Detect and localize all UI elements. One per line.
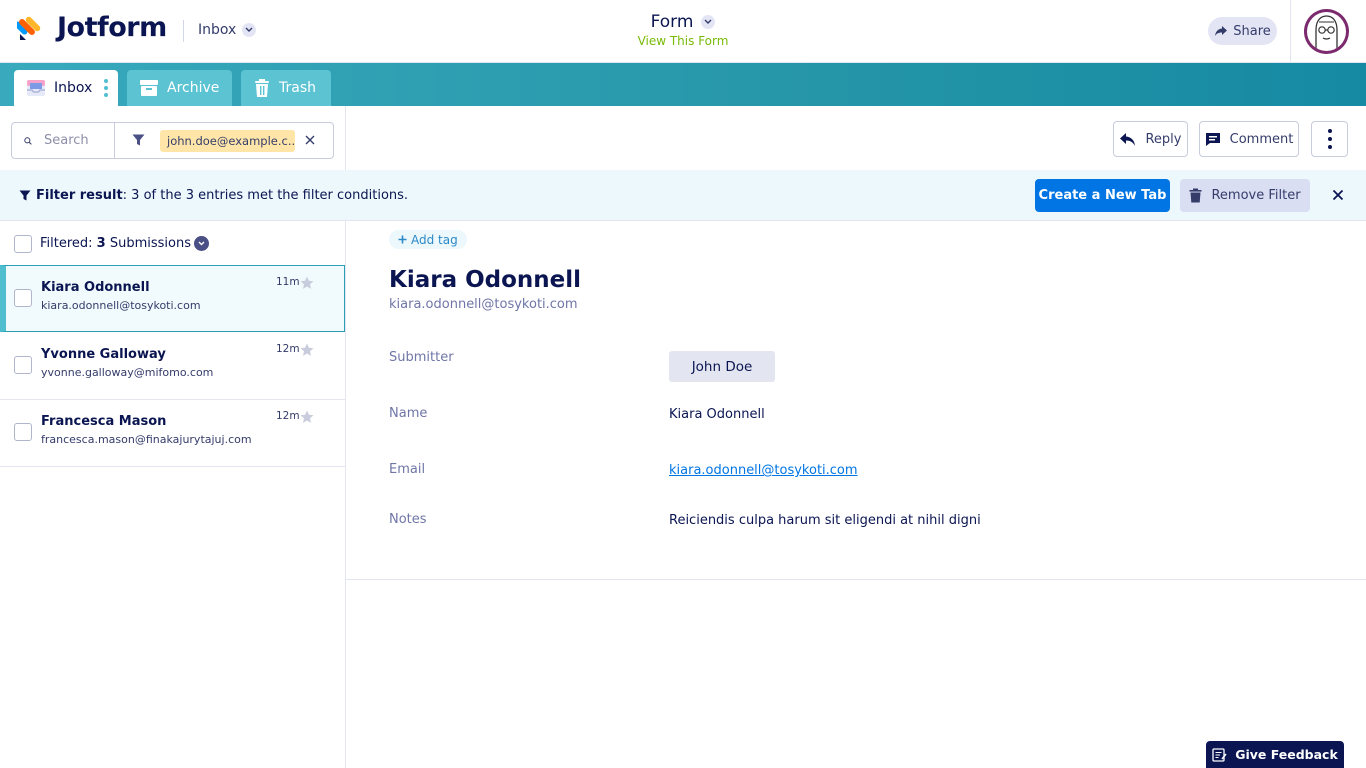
filtered-suffix: Submissions — [105, 236, 191, 251]
give-feedback-button[interactable]: Give Feedback — [1206, 741, 1344, 768]
trash-icon — [1189, 188, 1202, 203]
tab-inbox-label: Inbox — [54, 80, 93, 96]
filter-result-desc: : 3 of the 3 entries met the filter cond… — [122, 188, 409, 203]
comment-button[interactable]: Comment — [1199, 121, 1299, 157]
close-icon[interactable] — [1332, 189, 1344, 201]
tab-trash-label: Trash — [279, 80, 316, 96]
plus-icon — [398, 235, 407, 244]
jotform-logo-icon[interactable] — [17, 14, 45, 42]
select-all-checkbox[interactable] — [14, 234, 32, 253]
submitter-name: Francesca Mason — [41, 414, 167, 429]
inbox-dropdown-label: Inbox — [198, 22, 237, 38]
form-title-text: Form — [650, 12, 694, 32]
filter-icon[interactable] — [132, 134, 145, 146]
submitter-email: yvonne.galloway@mifomo.com — [41, 366, 214, 379]
row-checkbox[interactable] — [14, 423, 32, 441]
share-button[interactable]: Share — [1208, 17, 1277, 45]
filtered-prefix: Filtered: — [40, 236, 97, 251]
comment-label: Comment — [1229, 131, 1294, 147]
field-label-name: Name — [389, 406, 428, 421]
inbox-dropdown[interactable]: Inbox — [198, 22, 257, 38]
filtered-count-text: Filtered: 3 Submissions — [40, 236, 209, 251]
field-value-email-link[interactable]: kiara.odonnell@tosykoti.com — [669, 463, 858, 478]
submitter-email: francesca.mason@finakajurytajuj.com — [41, 433, 252, 446]
submitter-pill[interactable]: John Doe — [669, 351, 775, 382]
tab-options-icon[interactable] — [104, 79, 109, 97]
filter-icon — [19, 190, 31, 201]
detail-divider — [346, 579, 1366, 580]
add-tag-label: Add tag — [411, 232, 458, 247]
row-checkbox[interactable] — [14, 356, 32, 374]
tab-inbox[interactable]: Inbox — [14, 70, 118, 106]
feedback-icon — [1212, 747, 1227, 762]
remove-filter-label: Remove Filter — [1211, 188, 1301, 203]
filtered-count: 3 — [96, 236, 106, 251]
star-icon[interactable] — [300, 343, 314, 357]
reply-icon — [1120, 132, 1136, 146]
archive-icon — [140, 80, 158, 96]
reply-label: Reply — [1145, 131, 1182, 147]
chevron-down-icon — [701, 15, 716, 29]
clear-filter-icon[interactable] — [304, 134, 316, 146]
header-divider — [1290, 0, 1291, 63]
create-new-tab-button[interactable]: Create a New Tab — [1035, 179, 1170, 212]
tab-archive[interactable]: Archive — [127, 70, 232, 106]
search-filter-bar: john.doe@example.c... — [11, 122, 334, 159]
filter-result-label: Filter result — [36, 188, 123, 203]
submitter-name: Yvonne Galloway — [41, 347, 166, 362]
list-item[interactable]: Kiara Odonnell kiara.odonnell@tosykoti.c… — [0, 265, 345, 332]
search-field[interactable] — [12, 123, 115, 158]
filter-result-banner: Filter result: 3 of the 3 entries met th… — [0, 170, 1366, 221]
tab-archive-label: Archive — [167, 80, 220, 96]
filter-result-text: Filter result: 3 of the 3 entries met th… — [19, 188, 408, 203]
more-options-button[interactable] — [1311, 121, 1348, 157]
add-tag-button[interactable]: Add tag — [389, 230, 467, 249]
field-value-name: Kiara Odonnell — [669, 407, 765, 422]
search-input[interactable] — [44, 133, 114, 148]
detail-name: Kiara Odonnell — [389, 267, 582, 293]
list-item[interactable]: Francesca Mason francesca.mason@finakaju… — [0, 400, 345, 467]
submitter-name: Kiara Odonnell — [41, 280, 150, 295]
form-title[interactable]: Form — [651, 12, 716, 32]
comment-icon — [1205, 132, 1220, 146]
star-icon[interactable] — [300, 410, 314, 424]
submission-list-header: Filtered: 3 Submissions — [0, 222, 345, 265]
field-label-submitter: Submitter — [389, 350, 454, 365]
field-label-notes: Notes — [389, 512, 427, 527]
inbox-tabs-bar: Inbox Archive Trash — [0, 63, 1366, 106]
submission-time: 12m — [276, 410, 300, 422]
filter-chip[interactable]: john.doe@example.c... — [160, 130, 295, 152]
star-icon[interactable] — [300, 276, 314, 290]
top-header: Jotform Inbox Form View This Form Share — [0, 0, 1366, 63]
share-label: Share — [1233, 23, 1271, 39]
inbox-icon — [27, 80, 45, 96]
avatar[interactable] — [1304, 9, 1349, 54]
share-icon — [1215, 26, 1228, 36]
give-feedback-label: Give Feedback — [1235, 747, 1338, 762]
view-form-link[interactable]: View This Form — [560, 34, 806, 48]
trash-icon — [255, 79, 269, 97]
submission-time: 12m — [276, 343, 300, 355]
search-icon — [24, 136, 32, 145]
detail-email: kiara.odonnell@tosykoti.com — [389, 297, 578, 312]
chevron-down-icon — [242, 23, 257, 37]
field-value-notes: Reiciendis culpa harum sit eligendi at n… — [669, 513, 981, 528]
tab-trash[interactable]: Trash — [241, 70, 331, 106]
reply-button[interactable]: Reply — [1113, 121, 1188, 157]
submission-time: 11m — [276, 276, 300, 288]
logo-text[interactable]: Jotform — [57, 12, 167, 43]
row-checkbox[interactable] — [14, 289, 32, 307]
header-divider — [183, 20, 184, 42]
submitter-email: kiara.odonnell@tosykoti.com — [41, 299, 201, 312]
more-options-icon — [1327, 129, 1332, 149]
chevron-down-icon[interactable] — [194, 236, 209, 251]
form-title-area: Form View This Form — [560, 12, 806, 48]
field-label-email: Email — [389, 462, 426, 477]
remove-filter-button[interactable]: Remove Filter — [1180, 179, 1310, 212]
list-item[interactable]: Yvonne Galloway yvonne.galloway@mifomo.c… — [0, 333, 345, 400]
